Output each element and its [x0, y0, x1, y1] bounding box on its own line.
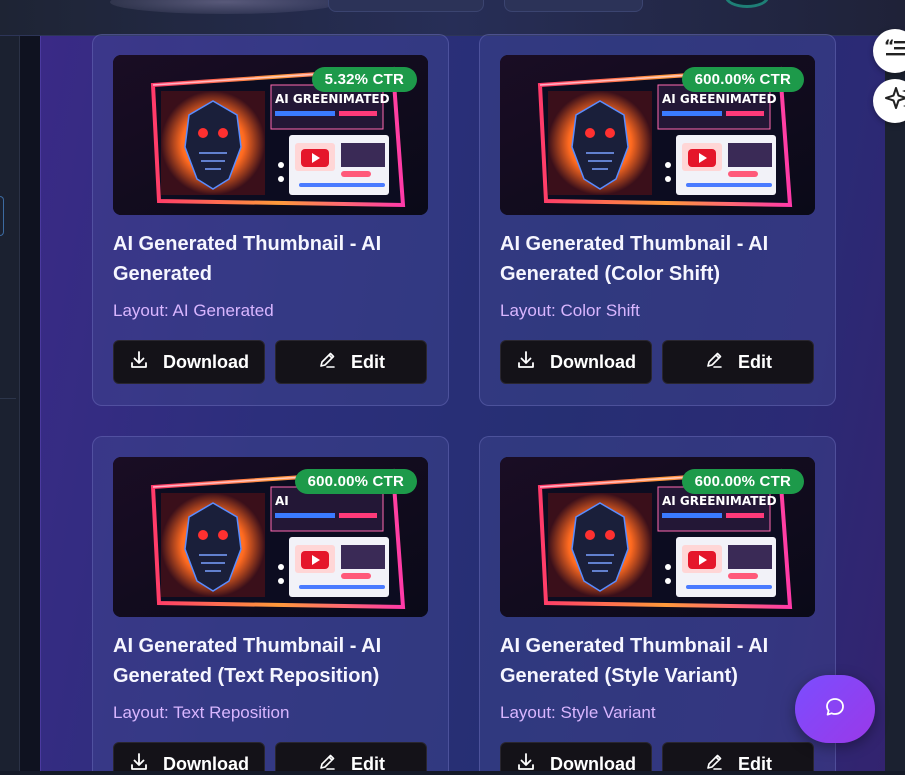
download-label: Download [163, 351, 249, 372]
ctr-badge: 5.32% CTR [311, 67, 417, 92]
right-edge [885, 36, 905, 775]
card-layout-label: Layout: Color Shift [500, 301, 640, 320]
edit-button[interactable]: Edit [662, 340, 814, 384]
header-pill-button[interactable] [328, 0, 484, 12]
download-label: Download [550, 351, 636, 372]
edit-label: Edit [738, 351, 772, 372]
sidebar-active-item[interactable] [0, 196, 4, 236]
chat-bubble-icon [824, 696, 846, 723]
thumbnail-image[interactable]: AI GREENIMATED 600.00% CTR [500, 55, 815, 215]
edit-button[interactable]: Edit [275, 340, 427, 384]
svg-text:AI GREENIMATED: AI GREENIMATED [662, 92, 777, 106]
download-icon [516, 350, 536, 375]
svg-text:AI: AI [275, 494, 289, 508]
thumbnail-card: AI GREENIMATED 5.32% CTR AI Generated Th… [92, 34, 449, 406]
card-layout-label: Layout: Style Variant [500, 703, 656, 722]
card-title: AI Generated Thumbnail - AI Generated [113, 233, 382, 285]
thumbnail-card: AI GREENIMATED 600.00% CTR AI Generated … [479, 34, 836, 406]
ctr-badge: 600.00% CTR [681, 67, 804, 92]
card-title: AI Generated Thumbnail - AI Generated (S… [500, 635, 769, 687]
thumbnail-card: AI 600.00% CTR AI Generated Thumbnail - … [92, 436, 449, 775]
thumbnail-image[interactable]: AI GREENIMATED 600.00% CTR [500, 457, 815, 617]
pencil-icon [317, 350, 337, 375]
thumbnail-card: AI GREENIMATED 600.00% CTR AI Generated … [479, 436, 836, 775]
left-sidebar [0, 36, 20, 775]
svg-text:“: “ [884, 37, 895, 55]
sidebar-divider [0, 398, 16, 399]
card-layout-label: Layout: Text Reposition [113, 703, 290, 722]
pencil-icon [704, 350, 724, 375]
download-button[interactable]: Download [113, 340, 265, 384]
thumbnail-results-panel: AI GREENIMATED 5.32% CTR AI Generated Th… [40, 34, 885, 775]
download-icon [129, 350, 149, 375]
download-button[interactable]: Download [500, 340, 652, 384]
ctr-badge: 600.00% CTR [294, 469, 417, 494]
bottom-edge [0, 771, 905, 775]
card-title: AI Generated Thumbnail - AI Generated (T… [113, 635, 382, 687]
thumbnail-image[interactable]: AI 600.00% CTR [113, 457, 428, 617]
card-title: AI Generated Thumbnail - AI Generated (C… [500, 233, 769, 285]
header-pill-button[interactable] [504, 0, 643, 12]
svg-text:AI GREENIMATED: AI GREENIMATED [662, 494, 777, 508]
chat-button[interactable] [795, 675, 875, 743]
edit-label: Edit [351, 351, 385, 372]
thumbnail-image[interactable]: AI GREENIMATED 5.32% CTR [113, 55, 428, 215]
sparkle-icon [884, 85, 905, 118]
svg-text:AI GREENIMATED: AI GREENIMATED [275, 92, 390, 106]
ctr-badge: 600.00% CTR [681, 469, 804, 494]
header-glow [110, 0, 340, 14]
card-layout-label: Layout: AI Generated [113, 301, 274, 320]
top-header [0, 0, 905, 36]
quote-list-icon: “ [884, 36, 905, 66]
avatar[interactable] [725, 0, 769, 8]
